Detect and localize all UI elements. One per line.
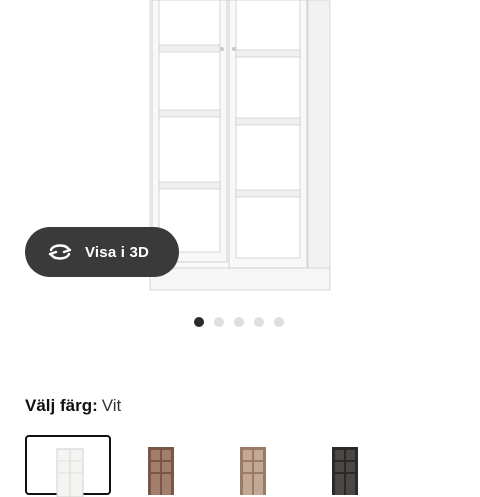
carousel-dot-3[interactable]: [234, 317, 244, 327]
carousel-pagination: [194, 317, 284, 327]
color-swatch-list: [25, 435, 480, 497]
color-swatch-black[interactable]: [309, 435, 395, 495]
view-in-3d-button[interactable]: Visa i 3D: [25, 227, 179, 277]
product-image-gallery[interactable]: Visa i 3D: [0, 0, 480, 300]
color-label: Välj färg:: [25, 396, 98, 415]
carousel-dot-5[interactable]: [274, 317, 284, 327]
selected-color-value: Vit: [101, 396, 122, 415]
view-in-3d-label: Visa i 3D: [85, 243, 150, 261]
rotate-3d-icon: [45, 241, 75, 263]
carousel-dot-4[interactable]: [254, 317, 264, 327]
color-selector-heading: Välj färg: Vit: [25, 396, 121, 416]
carousel-dot-1[interactable]: [194, 317, 204, 327]
color-swatch-white[interactable]: [25, 435, 111, 497]
color-swatch-oak-brown[interactable]: [217, 435, 303, 495]
carousel-dot-2[interactable]: [214, 317, 224, 327]
color-swatch-brown[interactable]: [125, 435, 211, 495]
